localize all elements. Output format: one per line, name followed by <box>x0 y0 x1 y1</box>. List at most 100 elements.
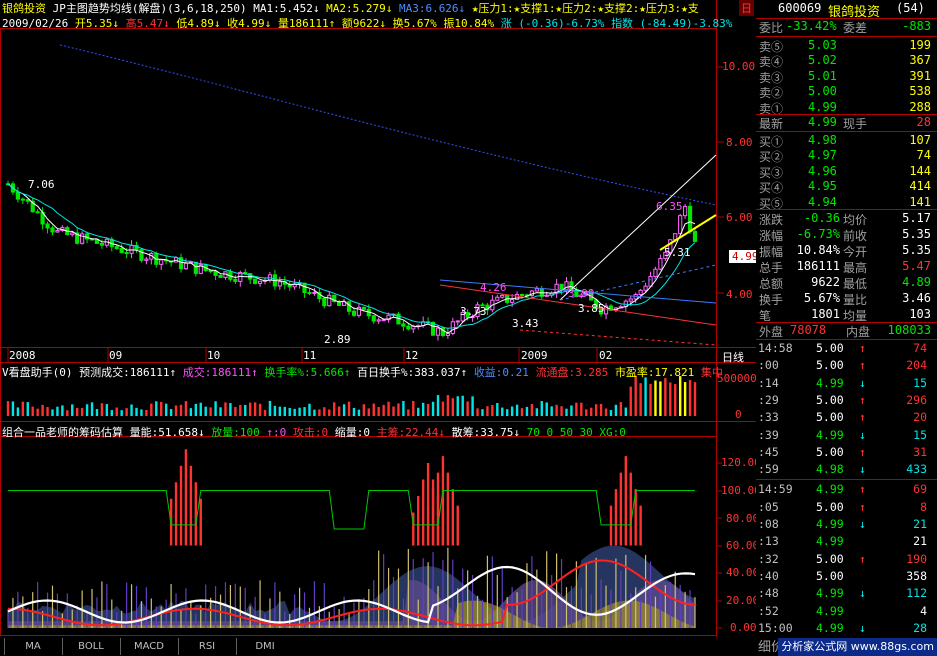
tick-direction: ↓ <box>859 462 866 477</box>
volume-bar <box>21 401 25 416</box>
tick-row: 15:00 4.99 ↓ 28 <box>756 621 937 637</box>
tick-row: :33 5.00 ↑ 20 <box>756 410 937 426</box>
volume-bar <box>669 382 672 416</box>
volume-bar <box>664 378 667 416</box>
tick-row: :59 4.98 ↓ 433 <box>756 462 937 478</box>
vol-panel-title[interactable]: V看盘助手(0) <box>2 366 73 379</box>
volume-bar <box>234 407 237 416</box>
candle-body <box>307 292 312 295</box>
candle-body <box>213 270 218 276</box>
chip-spike <box>431 489 435 546</box>
tick-price: 4.98 <box>816 462 844 477</box>
period-tag[interactable]: 日 <box>739 0 754 16</box>
period-daily-label[interactable]: 日线 <box>722 349 744 365</box>
stat-value: 103 <box>909 307 931 321</box>
volume-bar <box>436 395 440 416</box>
tick-row: :45 5.00 ↑ 31 <box>756 445 937 461</box>
tick-time: 14:58 <box>758 341 793 355</box>
candle-body <box>435 327 441 336</box>
candle-body <box>351 310 357 316</box>
tab-macd[interactable]: MACD <box>120 638 177 655</box>
chip-axis-60: 60.00 <box>726 539 760 552</box>
candle-body <box>628 298 633 302</box>
volume-bar <box>387 401 390 416</box>
tick-price: 5.00 <box>816 392 844 407</box>
chip-spike <box>456 505 459 546</box>
chip-shrink: 缩量:0 <box>334 426 370 439</box>
tick-volume: 21 <box>913 534 927 549</box>
volume-bar <box>674 384 677 416</box>
indicator-name[interactable]: JP主图趋势均线(解盘) <box>53 2 168 15</box>
stat-value: 5.35 <box>902 227 931 241</box>
vol-axis-0: 0 <box>735 408 742 421</box>
volume-bar <box>209 407 212 416</box>
tick-price: 5.00 <box>816 568 844 583</box>
tick-price: 5.00 <box>816 358 844 373</box>
volume-bar <box>347 401 351 416</box>
tab-ma[interactable]: MA <box>4 638 61 655</box>
volume-bar <box>466 401 469 416</box>
chip-spike <box>436 472 440 546</box>
volume-bar <box>224 402 227 416</box>
stock-code: 600069 <box>778 1 822 15</box>
candle-body <box>233 278 238 282</box>
volume-bar <box>421 402 425 416</box>
volume-bar <box>150 403 153 416</box>
bid-price: 4.94 <box>808 194 837 209</box>
volume-bar <box>283 406 286 416</box>
tick-volume: 433 <box>906 462 927 477</box>
candle-body <box>312 291 317 294</box>
stat-value: 3.46 <box>902 291 931 305</box>
volume-bar <box>229 403 232 416</box>
volume-bar <box>41 404 44 416</box>
tick-price: 5.00 <box>816 410 844 425</box>
axis-label-8: 8.00 <box>726 136 753 149</box>
label-426: 4.26 <box>480 281 507 294</box>
volume-bar <box>155 401 158 416</box>
bid-price: 4.97 <box>808 148 837 163</box>
label-531: 5.31 <box>664 246 691 259</box>
inner-value: 108033 <box>887 323 931 337</box>
volume-bar <box>85 404 89 416</box>
volume-bar <box>491 405 494 416</box>
volume-bar <box>397 403 400 416</box>
info-close: 收4.99↓ <box>227 17 272 30</box>
tick-time: :45 <box>758 444 779 459</box>
tab-boll[interactable]: BOLL <box>62 638 119 655</box>
chip-panel-title[interactable]: 组合一品老师的筹码估算 <box>2 426 123 439</box>
info-amount: 额9622↓ <box>341 17 386 30</box>
volume-bar <box>61 405 64 416</box>
vol-forecast: 预测成交:186111↑ <box>79 366 177 379</box>
volume-bar <box>624 407 628 416</box>
volume-bar <box>140 409 143 416</box>
chip-scattered: 散筹:33.75↓ <box>451 426 520 439</box>
volume-bar <box>535 408 539 416</box>
chip-spike <box>421 479 425 546</box>
volume-bar <box>357 409 361 416</box>
info-turnover: 换5.67% <box>392 17 437 30</box>
chip-spike <box>451 489 455 546</box>
volume-bar <box>145 410 148 416</box>
chart-canvas[interactable] <box>0 0 756 637</box>
tab-rsi[interactable]: RSI <box>178 638 235 655</box>
stock-name[interactable]: 银鸽投资 <box>2 2 46 15</box>
tick-price: 4.99 <box>816 603 844 618</box>
candle-body <box>70 232 75 236</box>
vol-turnover-rate: 换手率%:5.666↑ <box>264 366 351 379</box>
tick-price: 4.99 <box>816 534 844 549</box>
ohlc-info-line: 2009/02/26 开5.35↓ 高5.47↓ 低4.89↓ 收4.99↓ 量… <box>2 15 732 31</box>
info-volume: 量186111↑ <box>277 17 336 30</box>
ask-volume: 199 <box>909 38 931 52</box>
volume-bar <box>263 409 267 416</box>
candle-body <box>687 205 693 233</box>
volume-bar <box>604 408 608 416</box>
volume-bar <box>377 406 380 416</box>
volume-bar <box>362 404 366 416</box>
ma3-value: MA3:6.626↓ <box>398 2 466 15</box>
tick-time: :29 <box>758 392 779 407</box>
candle-body <box>500 294 505 298</box>
tab-dmi[interactable]: DMI <box>236 638 293 655</box>
chip-spike <box>189 465 193 546</box>
chip-spike <box>614 489 618 546</box>
outer-value: 78078 <box>790 323 827 337</box>
